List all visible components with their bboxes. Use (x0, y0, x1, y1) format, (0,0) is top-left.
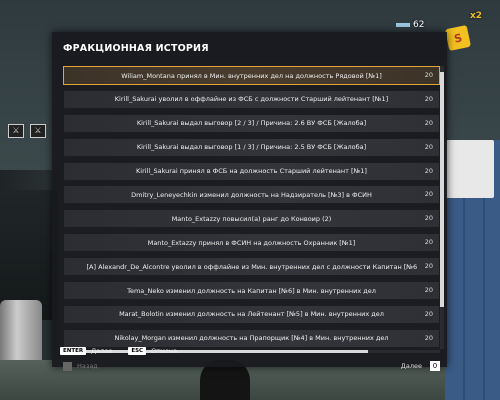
water-icon (396, 23, 410, 27)
quick-slots: ⚔ ⚔ (8, 124, 46, 138)
chat-line (4, 88, 6, 98)
pagination: Назад Далее 0 (63, 361, 440, 374)
esc-label: Отмена (151, 347, 178, 355)
row-date: 20 (424, 286, 433, 295)
chat-line (4, 21, 6, 31)
row-date: 20 (424, 94, 433, 103)
list-item[interactable]: Manto_Extazzy повысил(а) ранг до Конвоир… (63, 209, 440, 229)
multiplier-label: x2 (470, 11, 483, 21)
list-item[interactable]: Marat_Bolotin изменил должность на Лейте… (63, 304, 440, 324)
row-text: Kirill_Sakurai принял в ФСБ на должность… (136, 167, 367, 176)
row-date: 20 (424, 71, 433, 79)
chat-line (4, 12, 6, 22)
row-text: [A] Alexandr_De_Alcontre уволил в оффлай… (86, 262, 417, 271)
list-item[interactable]: [A] Alexandr_De_Alcontre уволил в оффлай… (63, 257, 440, 277)
enter-key[interactable]: ENTER (60, 347, 87, 355)
hud-money: 62 (396, 20, 424, 30)
wall-sign (446, 140, 494, 198)
vertical-scrollbar[interactable] (440, 66, 444, 349)
chat-line (4, 50, 6, 60)
scrollbar-thumb[interactable] (440, 72, 444, 307)
sword-icon[interactable]: ⚔ (8, 124, 24, 138)
row-text: Kirill_Sakurai выдал выговор [1 / 3] / П… (136, 143, 367, 152)
list-item[interactable]: Dmitry_Leneyechkin изменил должность на … (63, 185, 440, 205)
chat-line (4, 31, 6, 41)
page-number: 0 (430, 361, 440, 371)
row-date: 20 (424, 118, 433, 127)
row-date: 20 (424, 262, 433, 271)
row-text: Dmitry_Leneyechkin изменил должность на … (131, 190, 372, 199)
list-item[interactable]: Manto_Extazzy принял в ФСИН на должность… (63, 233, 440, 253)
chat-log (4, 2, 6, 97)
chat-line (4, 2, 6, 12)
row-text: Marat_Bolotin изменил должность на Лейте… (119, 310, 384, 319)
row-text: Manto_Extazzy принял в ФСИН на должность… (147, 238, 356, 247)
row-text: Wiliam_Montana принял в Мин. внутренних … (121, 71, 382, 80)
history-list[interactable]: Wiliam_Montana принял в Мин. внутренних … (63, 66, 440, 349)
money-value: 62 (413, 20, 425, 30)
row-date: 20 (424, 309, 433, 318)
esc-key[interactable]: ESC (128, 347, 147, 355)
enter-label: Далее (91, 347, 113, 355)
back-button[interactable] (63, 362, 72, 371)
row-text: Kirill_Sakurai уволил в оффлайне из ФСБ … (114, 95, 389, 104)
dialog-title: ФРАКЦИОННАЯ ИСТОРИЯ (63, 43, 209, 54)
row-date: 20 (424, 142, 433, 151)
chat-line (4, 59, 6, 69)
list-item[interactable]: Wiliam_Montana принял в Мин. внутренних … (63, 66, 440, 85)
row-date: 20 (424, 238, 433, 247)
next-label[interactable]: Далее (401, 362, 422, 370)
row-text: Manto_Extazzy повысил(а) ранг до Конвоир… (171, 214, 332, 223)
row-date: 20 (424, 214, 433, 223)
row-text: Kirill_Sakurai выдал выговор [2 / 3] / П… (136, 119, 367, 128)
list-item[interactable]: Kirill_Sakurai уволил в оффлайне из ФСБ … (63, 89, 440, 109)
rank-badge: S (444, 24, 472, 52)
row-text: Nikolay_Morgan изменил должность на Прап… (114, 334, 389, 343)
back-label[interactable]: Назад (77, 362, 98, 370)
row-date: 20 (424, 190, 433, 199)
chat-line (4, 69, 6, 79)
row-text: Tema_Neko изменил должность на Капитан [… (127, 286, 376, 295)
sword-icon[interactable]: ⚔ (30, 124, 46, 138)
key-hints: ENTER Далее ESC Отмена (60, 347, 177, 355)
list-item[interactable]: Kirill_Sakurai выдал выговор [2 / 3] / П… (63, 113, 440, 133)
list-item[interactable]: Kirill_Sakurai принял в ФСБ на должность… (63, 161, 440, 181)
row-date: 20 (424, 166, 433, 175)
list-item[interactable]: Kirill_Sakurai выдал выговор [1 / 3] / П… (63, 137, 440, 157)
faction-history-dialog: ФРАКЦИОННАЯ ИСТОРИЯ Wiliam_Montana приня… (52, 32, 447, 371)
list-item[interactable]: Nikolay_Morgan изменил должность на Прап… (63, 328, 440, 348)
chat-line (4, 78, 6, 88)
row-date: 20 (424, 333, 433, 342)
list-item[interactable]: Tema_Neko изменил должность на Капитан [… (63, 281, 440, 301)
chat-line (4, 40, 6, 50)
